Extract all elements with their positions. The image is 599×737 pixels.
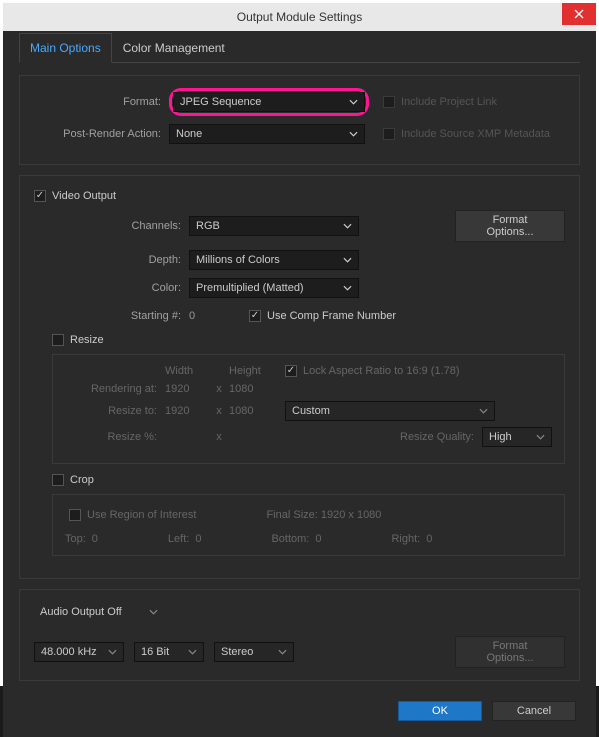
resize-label: Resize	[70, 334, 104, 346]
include-link-label: Include Project Link	[401, 96, 497, 108]
audio-output-dropdown[interactable]: Audio Output Off	[34, 602, 164, 622]
channels-dropdown[interactable]: RGB	[189, 216, 359, 236]
resize-preset-dropdown[interactable]: Custom	[285, 401, 495, 421]
window: Output Module Settings Main Options Colo…	[0, 0, 599, 686]
post-render-value: None	[176, 128, 202, 140]
crop-top-value[interactable]: 0	[92, 533, 98, 545]
include-link-checkbox	[383, 96, 395, 108]
roi-label: Use Region of Interest	[87, 509, 196, 521]
chevron-down-icon	[349, 99, 358, 105]
audio-channels-value: Stereo	[221, 646, 253, 658]
close-button[interactable]	[562, 3, 596, 25]
audio-output-value: Audio Output Off	[40, 606, 122, 618]
resize-checkbox[interactable]	[52, 334, 64, 346]
chevron-down-icon	[343, 257, 352, 263]
audio-rate-dropdown[interactable]: 48.000 kHz	[34, 642, 124, 662]
chevron-down-icon	[278, 649, 287, 655]
audio-bits-dropdown[interactable]: 16 Bit	[134, 642, 204, 662]
crop-left-value[interactable]: 0	[195, 533, 201, 545]
audio-format-options-button[interactable]: Format Options...	[455, 636, 565, 668]
channels-label: Channels:	[34, 220, 189, 232]
dialog-body: Main Options Color Management Format: JP…	[3, 31, 596, 737]
depth-dropdown[interactable]: Millions of Colors	[189, 250, 359, 270]
chevron-down-icon	[479, 408, 488, 414]
video-format-options-button[interactable]: Format Options...	[455, 210, 565, 242]
depth-value: Millions of Colors	[196, 254, 280, 266]
post-render-dropdown[interactable]: None	[169, 124, 365, 144]
video-output-checkbox[interactable]	[34, 190, 46, 202]
roi-checkbox[interactable]	[69, 509, 81, 521]
crop-right-label: Right:	[391, 533, 420, 545]
chevron-down-icon	[349, 131, 358, 137]
dialog: Output Module Settings Main Options Colo…	[3, 3, 596, 683]
crop-bottom-value[interactable]: 0	[315, 533, 321, 545]
include-xmp-checkbox	[383, 128, 395, 140]
render-width: 1920	[165, 383, 209, 395]
final-size-label: Final Size: 1920 x 1080	[266, 509, 381, 521]
crop-checkbox[interactable]	[52, 474, 64, 486]
audio-bits-value: 16 Bit	[141, 646, 169, 658]
lock-aspect-label: Lock Aspect Ratio to 16:9 (1.78)	[303, 365, 460, 377]
tab-main-options[interactable]: Main Options	[19, 33, 112, 63]
color-label: Color:	[34, 282, 189, 294]
format-dropdown[interactable]: JPEG Sequence	[173, 92, 365, 112]
chevron-down-icon	[343, 285, 352, 291]
footer: OK Cancel	[19, 691, 580, 721]
color-dropdown[interactable]: Premultiplied (Matted)	[189, 278, 359, 298]
video-output-label: Video Output	[52, 190, 116, 202]
resize-to-label: Resize to:	[65, 405, 165, 417]
ok-button[interactable]: OK	[398, 701, 482, 721]
crop-top-label: Top:	[65, 533, 86, 545]
resize-quality-value: High	[489, 431, 512, 443]
tab-color-management[interactable]: Color Management	[112, 33, 236, 62]
channels-value: RGB	[196, 220, 220, 232]
starting-label: Starting #:	[34, 310, 189, 322]
audio-rate-value: 48.000 kHz	[41, 646, 97, 658]
resize-quality-dropdown[interactable]: High	[482, 427, 552, 447]
post-render-label: Post-Render Action:	[34, 128, 169, 140]
crop-left-label: Left:	[168, 533, 189, 545]
starting-value[interactable]: 0	[189, 310, 219, 322]
render-height: 1080	[229, 383, 273, 395]
include-xmp-label: Include Source XMP Metadata	[401, 128, 550, 140]
format-value: JPEG Sequence	[180, 96, 261, 108]
use-comp-checkbox[interactable]	[249, 310, 261, 322]
rendering-at-label: Rendering at:	[65, 383, 165, 395]
depth-label: Depth:	[34, 254, 189, 266]
audio-panel: Audio Output Off 48.000 kHz 16 Bit Stere…	[19, 589, 580, 681]
resize-quality-label: Resize Quality:	[400, 431, 474, 443]
crop-bottom-label: Bottom:	[271, 533, 309, 545]
width-header: Width	[165, 365, 209, 377]
chevron-down-icon	[343, 223, 352, 229]
use-comp-label: Use Comp Frame Number	[267, 310, 396, 322]
resize-preset-value: Custom	[292, 405, 330, 417]
tabs: Main Options Color Management	[19, 31, 580, 63]
window-title: Output Module Settings	[237, 10, 362, 24]
resize-width[interactable]: 1920	[165, 405, 209, 417]
chevron-down-icon	[188, 649, 197, 655]
crop-right-value[interactable]: 0	[426, 533, 432, 545]
crop-panel: Use Region of Interest Final Size: 1920 …	[52, 494, 565, 556]
resize-panel: Width Height Lock Aspect Ratio to 16:9 (…	[52, 354, 565, 464]
video-output-panel: Video Output Channels: RGB Format Option…	[19, 175, 580, 579]
close-icon	[574, 9, 584, 19]
resize-height[interactable]: 1080	[229, 405, 273, 417]
chevron-down-icon	[149, 609, 158, 615]
lock-aspect-checkbox[interactable]	[285, 365, 297, 377]
chevron-down-icon	[536, 434, 545, 440]
format-label: Format:	[34, 96, 169, 108]
resize-pct-label: Resize %:	[65, 431, 165, 443]
format-highlight: JPEG Sequence	[169, 88, 369, 116]
audio-channels-dropdown[interactable]: Stereo	[214, 642, 294, 662]
color-value: Premultiplied (Matted)	[196, 282, 304, 294]
chevron-down-icon	[108, 649, 117, 655]
format-panel: Format: JPEG Sequence Include Project Li…	[19, 75, 580, 165]
crop-label: Crop	[70, 474, 94, 486]
height-header: Height	[229, 365, 273, 377]
cancel-button[interactable]: Cancel	[492, 701, 576, 721]
titlebar: Output Module Settings	[3, 3, 596, 31]
